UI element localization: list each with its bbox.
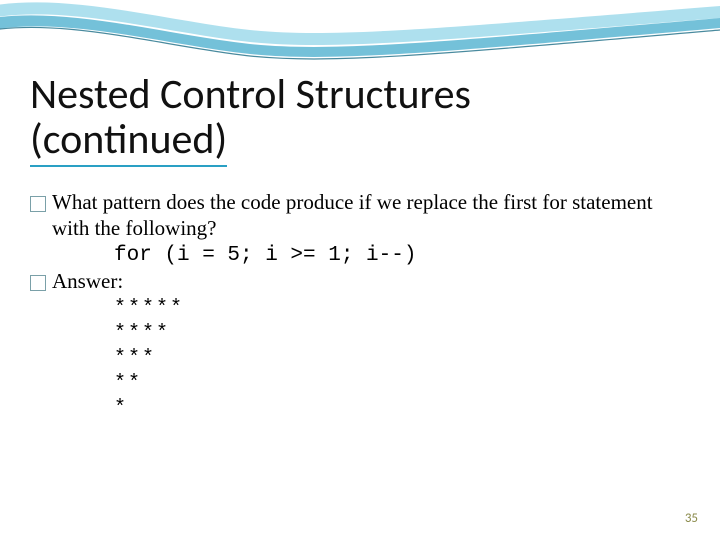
bullet-item-2: Answer: (30, 269, 680, 295)
output-line-1: ***** (114, 296, 680, 321)
output-line-2: **** (114, 321, 680, 346)
decorative-wave (0, 0, 720, 80)
square-bullet-icon (30, 275, 46, 291)
title-line-2: (continued) (30, 117, 227, 166)
slide-body: What pattern does the code produce if we… (30, 190, 680, 421)
slide-title: Nested Control Structures (continued) (30, 72, 690, 167)
bullet-item-1: What pattern does the code produce if we… (30, 190, 680, 241)
bullet-2-text: Answer: (52, 269, 680, 295)
square-bullet-icon (30, 196, 46, 212)
page-number: 35 (685, 511, 698, 526)
output-line-4: ** (114, 371, 680, 396)
code-line: for (i = 5; i >= 1; i--) (114, 243, 680, 269)
output-line-3: *** (114, 346, 680, 371)
title-line-1: Nested Control Structures (30, 69, 471, 120)
output-line-5: * (114, 396, 680, 421)
slide: Nested Control Structures (continued) Wh… (0, 0, 720, 540)
bullet-1-text: What pattern does the code produce if we… (52, 190, 680, 241)
